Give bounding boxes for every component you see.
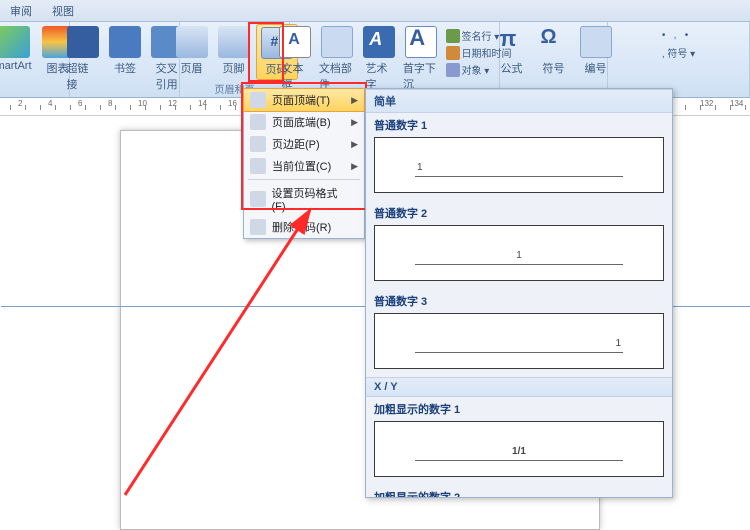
dd-page-bottom[interactable]: 页面底端(B)▶: [244, 111, 364, 133]
gallery-item-simple2[interactable]: 普通数字 2 1: [366, 201, 672, 289]
gallery-item-bold1[interactable]: 加粗显示的数字 1 1/1: [366, 397, 672, 485]
pagenum-dropdown: 页面顶端(T)▶ 页面底端(B)▶ 页边距(P)▶ 当前位置(C)▶ 设置页码格…: [243, 88, 365, 239]
gallery-section-xy: X / Y: [366, 377, 672, 397]
dd-format[interactable]: 设置页码格式(F)...: [244, 182, 364, 216]
pagenum-gallery: 简单 普通数字 1 1 普通数字 2 1 普通数字 3 1 X / Y 加粗显示…: [365, 88, 673, 498]
menu-review[interactable]: 审阅: [0, 3, 42, 19]
gallery-item-simple1[interactable]: 普通数字 1 1: [366, 113, 672, 201]
wordart-button[interactable]: A艺术字: [362, 24, 397, 94]
gallery-section-simple: 简单: [366, 89, 672, 113]
dd-remove[interactable]: 删除页码(R): [244, 216, 364, 238]
chevron-right-icon: ▶: [351, 95, 358, 106]
menu-view[interactable]: 视图: [42, 3, 84, 19]
more-symbol-button[interactable]: , 符号 ▾: [662, 45, 695, 60]
gallery-item-bold2[interactable]: 加粗显示的数字 2: [366, 485, 672, 498]
bookmark-button[interactable]: 书签: [105, 24, 145, 78]
footer-button[interactable]: 页脚: [214, 24, 254, 78]
more-dots[interactable]: • , •: [662, 30, 688, 41]
chevron-right-icon: ▶: [351, 117, 358, 128]
textbox-button[interactable]: A文本框: [278, 24, 313, 94]
hyperlink-button[interactable]: 超链接: [63, 24, 104, 94]
dd-current-pos[interactable]: 当前位置(C)▶: [244, 155, 364, 177]
chevron-right-icon: ▶: [351, 139, 358, 150]
header-button[interactable]: 页眉: [172, 24, 212, 78]
symbol-button[interactable]: Ω符号: [534, 24, 574, 78]
dd-page-margins[interactable]: 页边距(P)▶: [244, 133, 364, 155]
smartart-button[interactable]: martArt: [0, 24, 36, 74]
chevron-right-icon: ▶: [351, 161, 358, 172]
menu-bar: 审阅 视图: [0, 0, 750, 22]
quickparts-button[interactable]: 文档部件: [315, 24, 360, 94]
formula-button[interactable]: π公式: [492, 24, 532, 78]
dropcap-button[interactable]: A首字下沉: [399, 24, 444, 94]
gallery-item-simple3[interactable]: 普通数字 3 1: [366, 289, 672, 377]
dd-page-top[interactable]: 页面顶端(T)▶: [243, 88, 365, 112]
ribbon: martArt 图表 超链接 书签 交叉 引用 链接 页眉 页脚 页码 页眉和页…: [0, 22, 750, 98]
